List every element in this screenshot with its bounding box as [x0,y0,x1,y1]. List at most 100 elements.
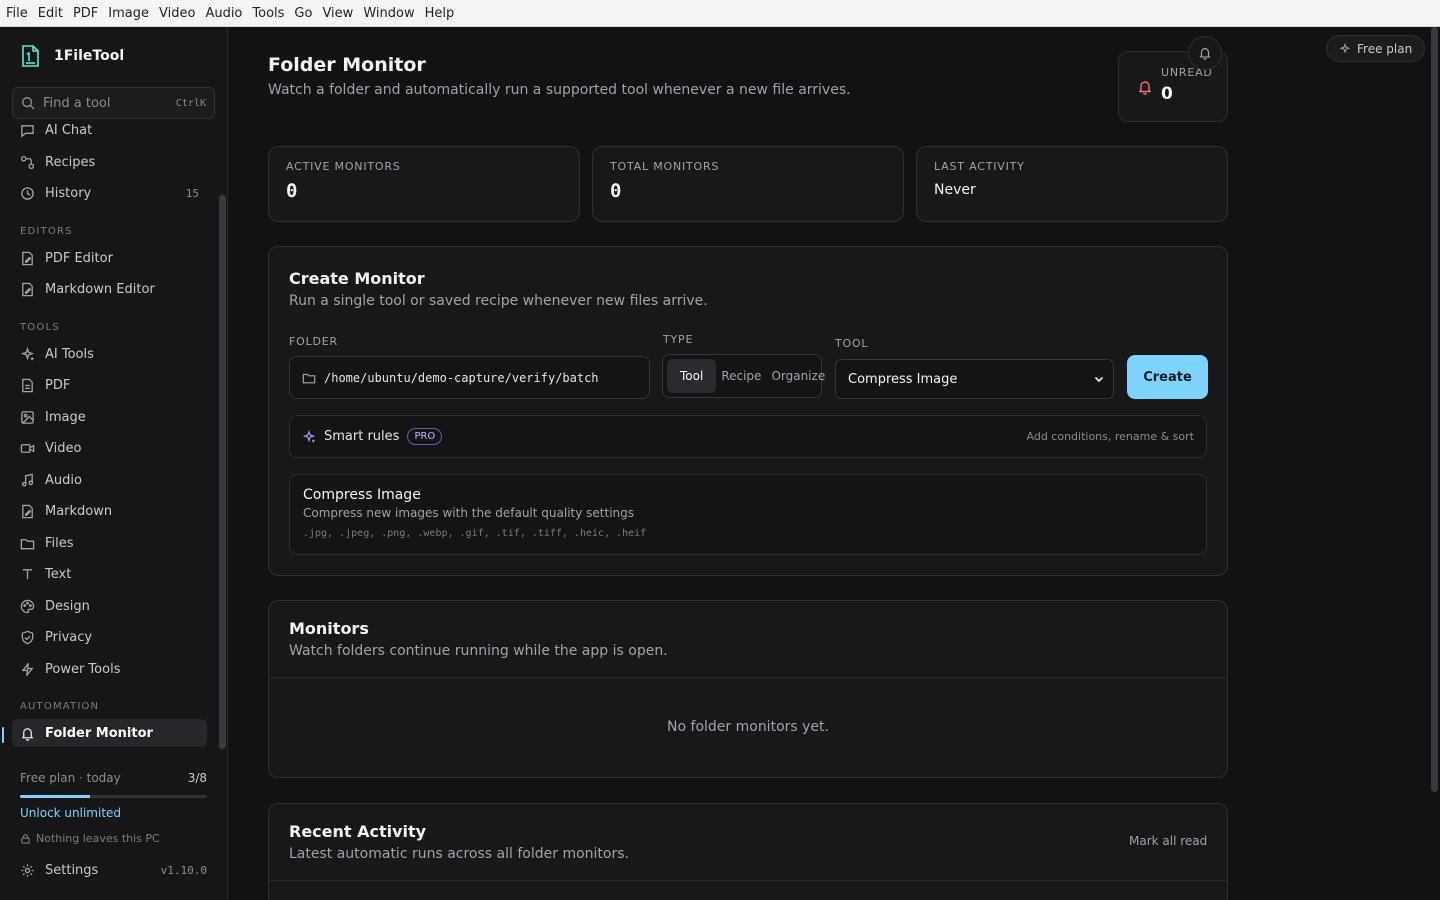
sidebar-item-folder-monitor[interactable]: Folder Monitor [12,719,207,747]
section-editors: EDITORS [20,226,73,237]
bell-icon [1138,81,1152,95]
sidebar-item-image[interactable]: Image [12,403,207,431]
smart-rules-label: Smart rules [324,429,400,444]
main-scrollbar[interactable] [1431,27,1438,792]
type-option-organize[interactable]: Organize [766,369,830,383]
chevron-down-icon [1094,376,1104,383]
bell-icon [21,727,34,741]
menu-audio[interactable]: Audio [205,6,242,21]
palette-icon [20,599,35,613]
unlock-unlimited-link[interactable]: Unlock unlimited [20,806,121,820]
monitors-title: Monitors [289,619,369,638]
sidebar-item-privacy[interactable]: Privacy [12,623,207,651]
sidebar-item-files[interactable]: Files [12,529,207,557]
menu-video[interactable]: Video [159,6,195,21]
sidebar-item-history[interactable]: History 15 [12,179,207,207]
sidebar-scrollbar[interactable] [219,195,226,749]
brand[interactable]: 1FileTool [20,44,124,68]
sparkles-icon [1339,42,1351,54]
menu-file[interactable]: File [6,6,28,21]
folder-picker[interactable]: /home/ubuntu/demo-capture/verify/batch [289,356,650,399]
video-icon [20,443,35,453]
sidebar-item-ai-tools[interactable]: AI Tools [12,340,207,368]
lock-icon [21,834,30,844]
music-icon [21,473,34,487]
bolt-icon [21,662,34,676]
markdown-icon [22,504,33,518]
sidebar-item-audio[interactable]: Audio [12,466,207,494]
sidebar-item-power-tools[interactable]: Power Tools [12,655,207,683]
section-automation: AUTOMATION [20,701,100,712]
plan-usage-bar [20,795,207,798]
type-option-tool[interactable]: Tool [667,359,717,393]
tool-info-description: Compress new images with the default qua… [303,506,634,520]
sidebar-item-markdown-editor[interactable]: Markdown Editor [12,275,207,303]
monitors-empty-state: No folder monitors yet. [667,719,829,735]
menu-window[interactable]: Window [363,6,414,21]
settings-button[interactable]: Settings v1.10.0 [20,863,207,878]
menu-go[interactable]: Go [294,6,312,21]
search-shortcut: CtrlK [175,97,206,109]
sidebar-item-markdown[interactable]: Markdown [12,497,207,525]
create-monitor-card: Create Monitor Run a single tool or save… [268,246,1228,576]
stat-last-activity: LAST ACTIVITY Never [916,146,1228,222]
tool-select-value: Compress Image [848,371,958,387]
sidebar-item-text[interactable]: Text [12,560,207,588]
menu-edit[interactable]: Edit [38,6,63,21]
plan-label: Free plan · today [20,771,121,785]
main-content: Folder Monitor Watch a folder and automa… [228,27,1440,900]
unread-value: 0 [1161,84,1173,104]
tool-label: TOOL [835,337,869,350]
activity-divider [269,880,1227,881]
recipes-icon [20,155,35,169]
tool-select[interactable]: Compress Image [835,359,1114,399]
sparkles-icon [20,346,35,360]
privacy-note: Nothing leaves this PC [20,832,160,845]
type-option-recipe[interactable]: Recipe [716,369,766,383]
type-label: TYPE [663,333,694,346]
page-title: Folder Monitor [268,54,426,76]
create-monitor-subtitle: Run a single tool or saved recipe whenev… [289,293,708,309]
text-icon [22,568,33,579]
notifications-button[interactable] [1188,36,1222,70]
menu-tools[interactable]: Tools [252,6,284,21]
sidebar-item-video[interactable]: Video [12,434,207,462]
pdf-editor-icon [22,251,33,265]
history-icon [21,186,34,200]
folder-path: /home/ubuntu/demo-capture/verify/batch [324,370,599,385]
sidebar-item-pdf[interactable]: PDF [12,371,207,399]
stat-total-monitors: TOTAL MONITORS 0 [592,146,904,222]
sidebar-item-pdf-editor[interactable]: PDF Editor [12,244,207,272]
app-logo-icon [22,45,39,67]
plan-usage-fill [20,795,91,798]
tool-search[interactable]: CtrlK [12,87,215,119]
menu-view[interactable]: View [322,6,353,21]
sidebar-item-design[interactable]: Design [12,592,207,620]
type-segmented-control: Tool Recipe Organize [662,354,825,398]
sidebar-item-ai-chat[interactable]: AI Chat [12,121,207,144]
monitors-divider [269,677,1227,678]
smart-rules-hint: Add conditions, rename & sort [1026,430,1195,443]
sidebar-item-recipes[interactable]: Recipes [12,148,207,176]
stat-active-monitors: ACTIVE MONITORS 0 [268,146,580,222]
mark-all-read-button[interactable]: Mark all read [1129,834,1207,848]
search-input[interactable] [43,95,176,111]
markdown-editor-icon [22,282,33,296]
app-name: 1FileTool [54,48,125,64]
recent-activity-subtitle: Latest automatic runs across all folder … [289,846,629,862]
file-icon [22,378,33,392]
folder-icon [20,538,35,549]
history-count: 15 [185,186,199,200]
create-monitor-title: Create Monitor [289,269,425,288]
smart-rules-row[interactable]: Smart rules PRO Add conditions, rename &… [289,415,1207,458]
tool-info-title: Compress Image [303,487,421,503]
create-button[interactable]: Create [1127,355,1208,399]
search-icon [22,97,35,110]
menu-pdf[interactable]: PDF [73,6,98,21]
menu-image[interactable]: Image [108,6,149,21]
app-version: v1.10.0 [160,864,207,877]
menu-help[interactable]: Help [425,6,455,21]
free-plan-button[interactable]: Free plan [1326,35,1426,62]
chat-icon [21,124,34,137]
folder-icon [302,373,316,383]
